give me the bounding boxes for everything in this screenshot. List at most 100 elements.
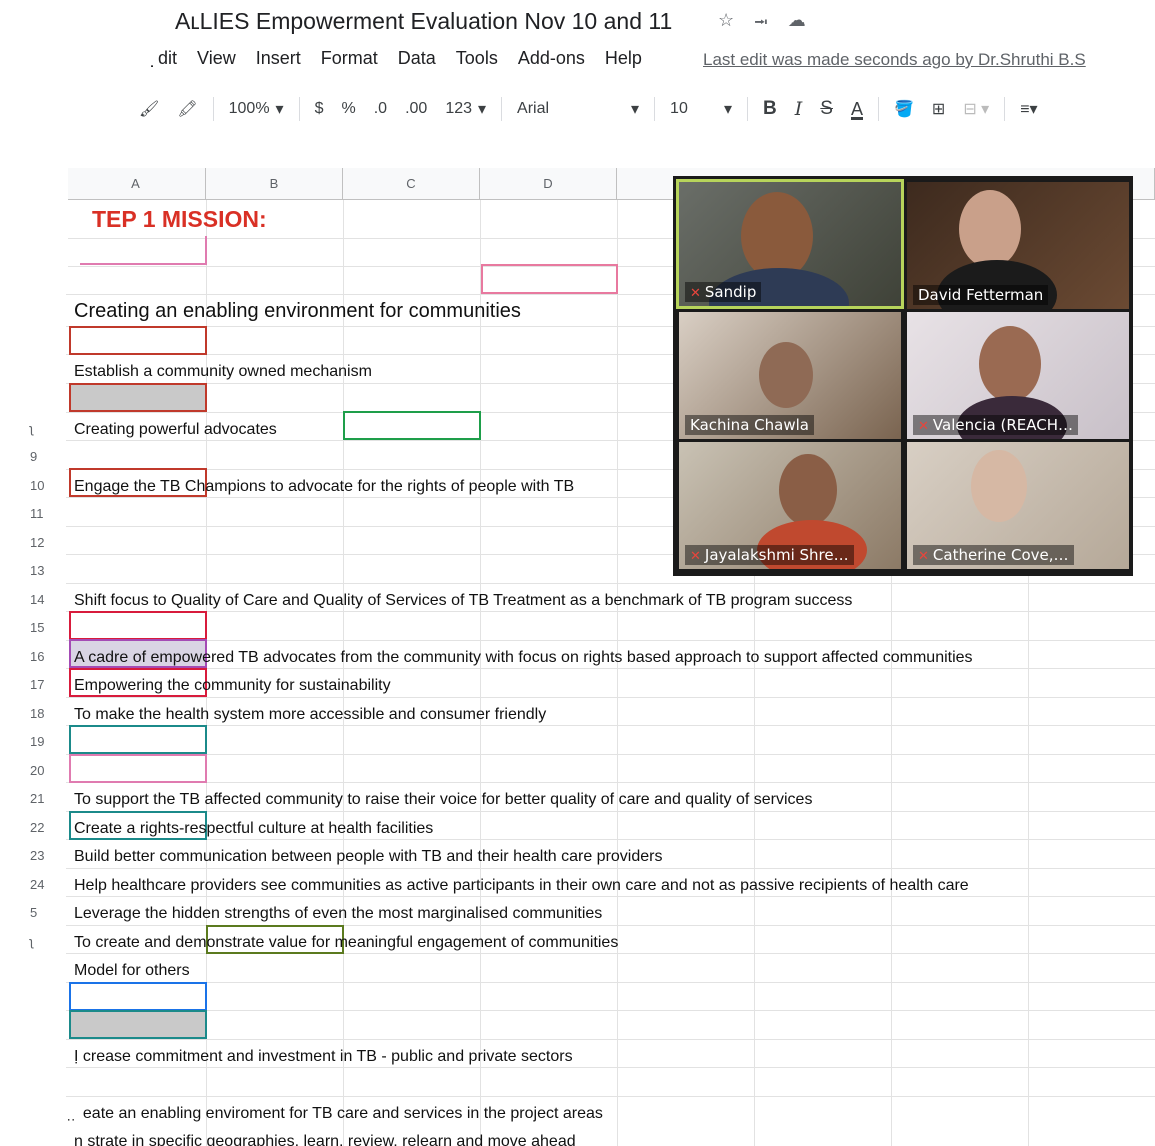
column-header-b[interactable]: B	[206, 168, 343, 200]
cell-border	[69, 326, 207, 355]
cell-a-text[interactable]: A cadre of empowered TB advocates from t…	[74, 649, 973, 667]
participant-tile[interactable]: ✕ Valencia (REACH…	[907, 312, 1129, 439]
grid-row-line	[66, 611, 1155, 612]
cell-a-text[interactable]: Creating an enabling environment for com…	[74, 300, 521, 323]
menu-data[interactable]: Data	[398, 48, 436, 69]
cell-a-text[interactable]: Shift focus to Quality of Care and Quali…	[74, 592, 852, 610]
row-number[interactable]: 16	[0, 649, 66, 664]
row-number[interactable]: 20	[0, 763, 66, 778]
row-number[interactable]: 17	[0, 677, 66, 692]
participant-tile[interactable]: David Fetterman	[907, 182, 1129, 309]
star-icon[interactable]: ☆	[718, 10, 734, 40]
toolbar-divider	[298, 97, 300, 121]
decrease-decimal-button[interactable]: .0	[365, 100, 396, 118]
cell-a-text[interactable]: Ị crease commitment and investment in T…	[74, 1048, 573, 1066]
row-number[interactable]: 22	[0, 820, 66, 835]
cell-a-text[interactable]: To make the health system more accessibl…	[74, 706, 546, 724]
text-color-button[interactable]: A	[842, 99, 872, 120]
participant-name: ✕ Jayalakshmi Shre…	[685, 545, 854, 565]
column-header-c[interactable]: C	[343, 168, 480, 200]
grid-row-line	[66, 896, 1155, 897]
menu-help[interactable]: Help	[605, 48, 642, 69]
video-call-overlay[interactable]: ✕ Sandip David Fetterman Kachina Chawla ✕…	[673, 176, 1133, 576]
move-to-folder-icon[interactable]: ⭲	[754, 10, 768, 40]
cell-a-text[interactable]: Engage the TB Champions to advocate for …	[74, 478, 574, 496]
row-number[interactable]: 21	[0, 791, 66, 806]
row-number[interactable]: 11	[0, 506, 66, 521]
row-number[interactable]: 12	[0, 535, 66, 550]
document-title[interactable]: AʟLIES Empowerment Evaluation Nov 10 and…	[175, 8, 672, 35]
cell-border	[69, 383, 207, 412]
row-number[interactable]: 18	[0, 706, 66, 721]
cell-a-text[interactable]: To create and demonstrate value for mean…	[74, 934, 618, 952]
cloud-status-icon[interactable]: ☁	[788, 10, 806, 40]
bold-button[interactable]: B	[754, 98, 786, 120]
currency-button[interactable]: $	[306, 100, 333, 118]
paint-format-icon[interactable]: 🖍	[168, 99, 206, 119]
column-header-d[interactable]: D	[480, 168, 617, 200]
grid-row-line	[66, 1067, 1155, 1068]
row-number[interactable]: 19	[0, 734, 66, 749]
row-number[interactable]: 15	[0, 620, 66, 635]
muted-mic-icon: ✕	[690, 286, 701, 301]
row-number[interactable]: ʅ	[0, 934, 66, 949]
grid-row-line	[66, 811, 1155, 812]
italic-button[interactable]: I	[786, 98, 812, 120]
chevron-down-icon: ▾	[478, 101, 487, 118]
cell-a-text[interactable]: To support the TB affected community to …	[74, 791, 812, 809]
number-format-select[interactable]: 123 ▾	[436, 99, 495, 119]
align-icon[interactable]: ≡▾	[1011, 99, 1046, 119]
toolbar-divider	[878, 97, 879, 121]
toolbar-divider	[1004, 97, 1006, 121]
font-size-select[interactable]: 10 ▾	[661, 99, 741, 119]
participant-video	[971, 450, 1027, 522]
font-select[interactable]: Arial ▾	[508, 99, 648, 119]
row-number[interactable]: 14	[0, 592, 66, 607]
participant-tile[interactable]: ✕ Jayalakshmi Shre…	[679, 442, 901, 569]
cell-a-text[interactable]: Creating powerful advocates	[74, 421, 277, 439]
menu-view[interactable]: View	[197, 48, 236, 69]
row-number[interactable]: 10	[0, 478, 66, 493]
cell-border	[69, 754, 207, 783]
cell-a-text[interactable]: Build better communication between peopl…	[74, 848, 662, 866]
grid-row-line	[66, 668, 1155, 669]
grid-row-line	[66, 1039, 1155, 1040]
participant-tile[interactable]: Kachina Chawla	[679, 312, 901, 439]
column-header-a[interactable]: A	[66, 168, 206, 200]
cell-a-text[interactable]: Help healthcare providers see communitie…	[74, 877, 969, 895]
menu-edit[interactable]: ̣̣̣dit	[158, 48, 177, 69]
row-number[interactable]: 9	[0, 449, 66, 464]
font-value: Arial	[517, 100, 550, 117]
cell-a-text[interactable]: Model for others	[74, 962, 190, 980]
row-number[interactable]: ʅ	[0, 421, 66, 436]
merge-cells-icon[interactable]: ⊟ ▾	[954, 99, 998, 119]
cell-border	[80, 236, 207, 265]
menu-addons[interactable]: Add-ons	[518, 48, 585, 69]
menu-tools[interactable]: Tools	[456, 48, 498, 69]
row-number[interactable]: 13	[0, 563, 66, 578]
percent-button[interactable]: %	[332, 100, 364, 118]
increase-decimal-button[interactable]: .00	[396, 100, 436, 118]
menu-insert[interactable]: Insert	[256, 48, 301, 69]
row-number[interactable]: 24	[0, 877, 66, 892]
selected-cell[interactable]	[69, 982, 207, 1011]
participant-tile[interactable]: ✕ Catherine Cove,…	[907, 442, 1129, 569]
chevron-down-icon: ▾	[275, 101, 284, 118]
row-number[interactable]: 5	[0, 905, 66, 920]
cell-a-text[interactable]: Empowering the community for sustainabil…	[74, 677, 391, 695]
cell-a-text[interactable]: ̣ṇ ̣strate in specific geographies, lea…	[74, 1133, 576, 1146]
menu-format[interactable]: Format	[321, 48, 378, 69]
participant-tile[interactable]: ✕ Sandip	[676, 179, 904, 309]
clear-format-icon[interactable]: 🖌	[130, 99, 168, 119]
cell-a-text[interactable]: Establish a community owned mechanism	[74, 363, 372, 381]
cell-a-text[interactable]: ̣ ̣ eate an enabling enviroment for TB c…	[74, 1105, 603, 1123]
borders-icon[interactable]: ⊞	[923, 99, 954, 119]
fill-color-icon[interactable]: 🪣	[885, 99, 923, 119]
zoom-select[interactable]: 100% ▾	[220, 99, 293, 119]
step-1-mission-heading[interactable]: ТEP 1 MISSION:	[92, 206, 267, 233]
last-edit-link[interactable]: Last edit was made seconds ago by Dr.Shr…	[703, 50, 1086, 70]
strikethrough-button[interactable]: S	[811, 98, 842, 120]
cell-a-text[interactable]: Leverage the hidden strengths of even th…	[74, 905, 602, 923]
cell-a-text[interactable]: Create a rights-respectful culture at he…	[74, 820, 433, 838]
row-number[interactable]: 23	[0, 848, 66, 863]
